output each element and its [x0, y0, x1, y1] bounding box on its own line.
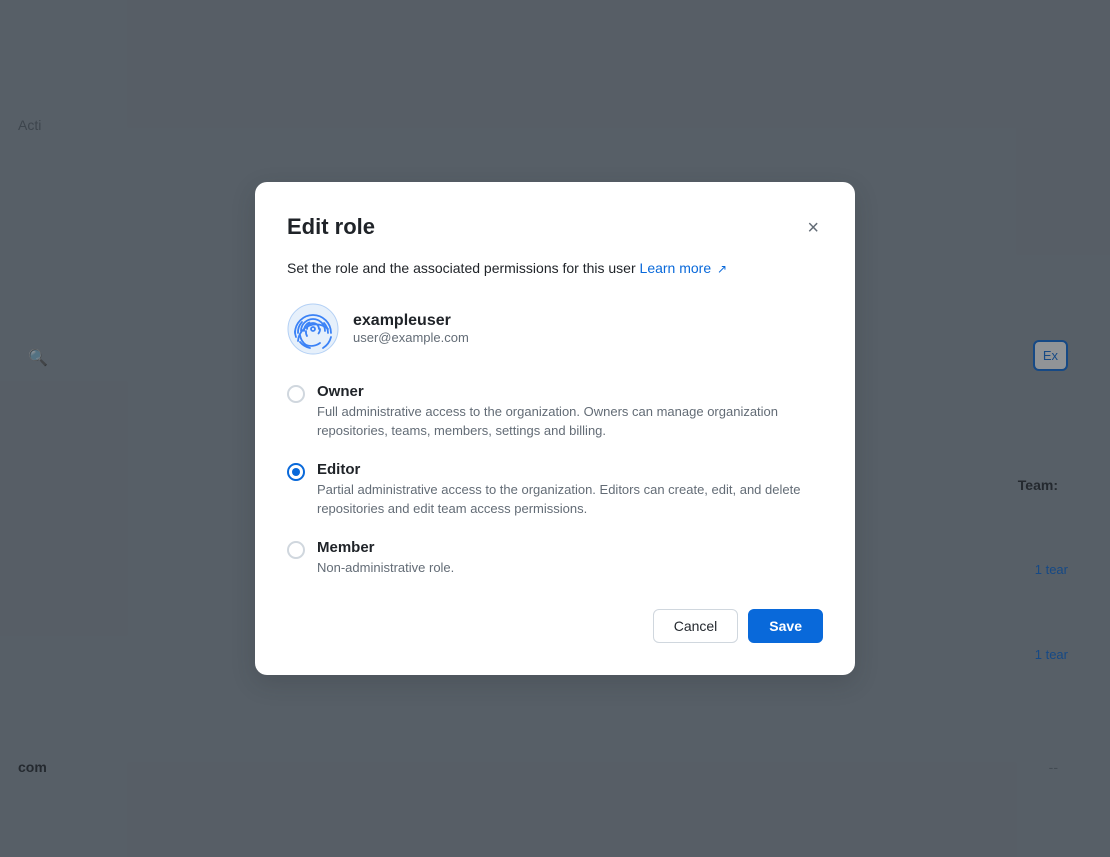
- cancel-button[interactable]: Cancel: [653, 609, 739, 643]
- user-details: exampleuser user@example.com: [353, 312, 469, 345]
- role-option-editor[interactable]: Editor Partial administrative access to …: [287, 461, 823, 519]
- owner-label: Owner: [317, 383, 823, 400]
- modal-footer: Cancel Save: [287, 609, 823, 643]
- member-description: Non-administrative role.: [317, 558, 454, 578]
- external-link-icon: ↗: [717, 260, 727, 278]
- owner-radio[interactable]: [287, 385, 305, 403]
- close-button[interactable]: ×: [803, 214, 823, 242]
- modal-overlay: Edit role × Set the role and the associa…: [0, 0, 1110, 857]
- member-label: Member: [317, 539, 454, 556]
- modal-title: Edit role: [287, 214, 375, 240]
- modal-subtitle: Set the role and the associated permissi…: [287, 258, 823, 279]
- editor-radio[interactable]: [287, 463, 305, 481]
- owner-description: Full administrative access to the organi…: [317, 402, 823, 441]
- editor-description: Partial administrative access to the org…: [317, 480, 823, 519]
- learn-more-link[interactable]: Learn more ↗: [640, 260, 728, 276]
- editor-label: Editor: [317, 461, 823, 478]
- role-option-member[interactable]: Member Non-administrative role.: [287, 539, 823, 578]
- member-radio[interactable]: [287, 541, 305, 559]
- user-email: user@example.com: [353, 330, 469, 345]
- save-button[interactable]: Save: [748, 609, 823, 643]
- role-options: Owner Full administrative access to the …: [287, 383, 823, 578]
- role-option-owner[interactable]: Owner Full administrative access to the …: [287, 383, 823, 441]
- user-name: exampleuser: [353, 312, 469, 330]
- modal-header: Edit role ×: [287, 214, 823, 242]
- user-info: exampleuser user@example.com: [287, 303, 823, 355]
- edit-role-modal: Edit role × Set the role and the associa…: [255, 182, 855, 676]
- user-avatar: [287, 303, 339, 355]
